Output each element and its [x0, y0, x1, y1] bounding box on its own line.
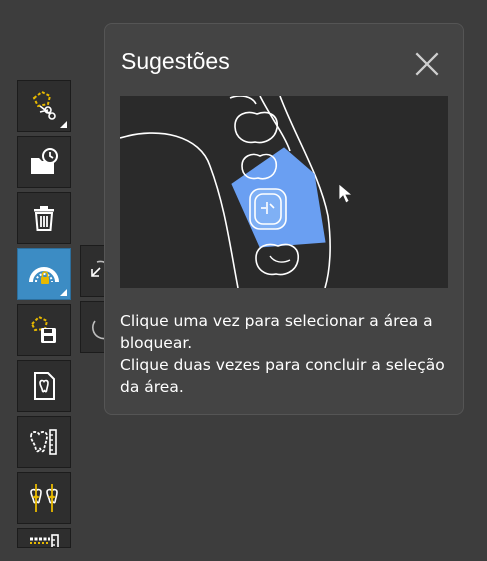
lasso-cut-icon: [32, 90, 56, 120]
instruction-line-2: Clique duas vezes para concluir a seleçã…: [120, 356, 445, 396]
panel-title: Sugestões: [121, 48, 230, 74]
close-button[interactable]: [409, 46, 445, 82]
folder-history-icon: [31, 148, 58, 174]
arch-measure-icon: [30, 534, 59, 547]
instruction-illustration: [119, 95, 448, 289]
open-history-button[interactable]: [17, 136, 71, 188]
save-selection-icon: [30, 315, 56, 343]
instruction-text: Clique uma vez para selecionar a área a …: [120, 310, 455, 398]
tooth-document-icon: [34, 372, 55, 400]
arch-measure-button[interactable]: [17, 528, 71, 548]
trash-icon: [34, 206, 54, 231]
lasso-cut-button[interactable]: [17, 80, 71, 132]
tooth-measure-icon: [30, 429, 57, 455]
block-area-button[interactable]: [17, 248, 71, 300]
instruction-line-1: Clique uma vez para selecionar a área a …: [120, 312, 433, 352]
tooth-alignment-button[interactable]: [17, 472, 71, 524]
save-selection-button[interactable]: [17, 304, 71, 356]
tooth-measure-button[interactable]: [17, 416, 71, 468]
delete-button[interactable]: [17, 192, 71, 244]
tooth-report-button[interactable]: [17, 360, 71, 412]
suggestions-panel: Sugestões Clique uma vez para selecionar…: [104, 23, 464, 415]
close-icon: [415, 52, 439, 76]
dental-arch-illustration: [119, 95, 354, 289]
block-area-icon: [29, 267, 59, 284]
tooth-alignment-icon: [30, 484, 58, 512]
